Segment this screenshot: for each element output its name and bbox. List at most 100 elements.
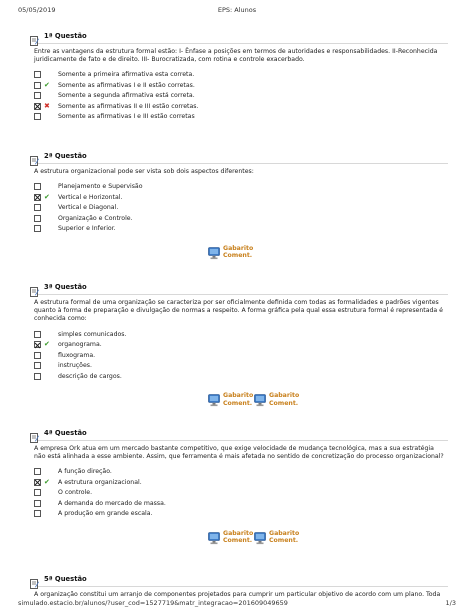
question-text: A organização constitui um arranjo de co… [34,591,441,598]
print-page-number: 1/3 [445,599,456,607]
answer-option[interactable]: Vertical e Diagonal. [30,203,448,214]
monitor-icon [254,392,266,407]
check-icon: ✔ [44,477,50,486]
gabarito-label: Gabarito Coment. [223,245,253,260]
gabarito-label-line2: Coment. [269,537,299,545]
question-title: 4ª Questão [44,429,87,437]
x-icon: ✖ [44,101,50,110]
answer-text: instruções. [58,362,92,370]
question-text: A estrutura organizacional pode ser vist… [34,168,254,175]
answer-checkbox[interactable] [34,478,41,486]
answer-checkbox[interactable] [34,330,41,338]
answer-checkbox[interactable] [34,362,41,370]
answer-checkbox[interactable] [34,102,41,110]
answer-checkbox[interactable] [34,489,41,497]
answer-option[interactable]: ✔ Vertical e Horizontal. [30,193,448,204]
answer-option[interactable]: A produção em grande escala. [30,509,448,520]
answer-checkbox[interactable] [34,113,41,121]
answer-text: Somente a segunda afirmativa está corret… [58,92,195,100]
answer-text: Somente as afirmativas I e II estão corr… [58,81,195,89]
answer-option[interactable]: Somente a primeira afirmativa esta corre… [30,70,448,81]
pencil-paper-icon [30,282,39,297]
answer-option[interactable]: ✔ A estrutura organizacional. [30,478,448,489]
monitor-icon [208,245,220,259]
question-block: 3ª Questão A estrutura formal de uma orga… [30,281,448,412]
answer-option[interactable]: A função direção. [30,467,448,478]
answer-text: A função direção. [58,468,112,476]
answer-checkbox[interactable] [34,193,41,201]
pencil-paper-icon [30,151,39,166]
answer-option[interactable]: Somente as afirmativas I e III estão cor… [30,112,448,123]
answer-options: simples comunicados. ✔ organograma. fluxogr… [30,330,448,383]
gabarito-label: Gabarito Coment. [269,530,299,545]
answer-text: A demanda do mercado de massa. [58,499,166,507]
question-title: 2ª Questão [44,152,87,160]
answer-option[interactable]: Superior e Inferior. [30,224,448,235]
answer-checkbox[interactable] [34,204,41,212]
answer-option[interactable]: O controle. [30,488,448,499]
answer-option[interactable]: fluxograma. [30,351,448,362]
answer-checkbox[interactable] [34,92,41,100]
answer-checkbox[interactable] [34,71,41,79]
gabarito-label-line2: Coment. [223,399,253,407]
gabarito-comentado-button[interactable]: Gabarito Coment. [254,528,314,548]
question-title: 1ª Questão [44,32,87,40]
answer-option[interactable]: descrição de cargos. [30,372,448,383]
answer-checkbox[interactable] [34,214,41,222]
gabarito-row: Gabarito Coment. Gabarito Coment. [30,390,448,412]
question-block: 5ª Questão A organização constitui um arr… [30,573,448,599]
answer-option[interactable]: Planejamento e Supervisão [30,182,448,193]
gabarito-comentado-button[interactable]: Gabarito Coment. [208,243,268,263]
answer-text: Planejamento e Supervisão [58,183,143,191]
answer-option[interactable]: simples comunicados. [30,330,448,341]
monitor-icon [208,392,220,407]
answer-checkbox[interactable] [34,499,41,507]
print-footer: simulado.estacio.br/alunos/?user_cod=152… [18,599,456,609]
answer-option[interactable]: Somente a segunda afirmativa está corret… [30,91,448,102]
question-header: 1ª Questão [30,30,448,46]
answer-text: organograma. [58,341,102,349]
gabarito-label-line2: Coment. [223,252,253,260]
pencil-paper-icon [30,428,39,443]
gabarito-label-line2: Coment. [223,537,253,545]
gabarito-label: Gabarito Coment. [269,392,299,407]
answer-option[interactable]: A demanda do mercado de massa. [30,499,448,510]
answer-checkbox[interactable] [34,341,41,349]
answer-text: Somente as afirmativas II e III estão co… [58,102,199,110]
answer-checkbox[interactable] [34,372,41,380]
answer-option[interactable]: instruções. [30,361,448,372]
question-block: 2ª Questão A estrutura organizacional pod… [30,150,448,265]
answer-options: A função direção. ✔ A estrutura organizaci… [30,467,448,520]
answer-checkbox[interactable] [34,468,41,476]
answer-text: Somente a primeira afirmativa esta corre… [58,71,195,79]
question-header: 4ª Questão [30,427,448,443]
gabarito-row: Gabarito Coment. [30,243,448,265]
gabarito-comentado-button[interactable]: Gabarito Coment. [254,390,314,410]
answer-checkbox[interactable] [34,351,41,359]
answer-option[interactable]: ✔ organograma. [30,340,448,351]
gabarito-label-line1: Gabarito [223,244,254,252]
answer-text: A estrutura organizacional. [58,478,142,486]
answer-checkbox[interactable] [34,225,41,233]
answer-text: Superior e Inferior. [58,225,116,233]
answer-text: fluxograma. [58,351,96,359]
answer-option[interactable]: ✔ Somente as afirmativas I e II estão cor… [30,81,448,92]
answer-checkbox[interactable] [34,510,41,518]
answer-checkbox[interactable] [34,81,41,89]
answer-text: Vertical e Diagonal. [58,204,119,212]
gabarito-row: Gabarito Coment. Gabarito Coment. [30,528,448,550]
answer-option[interactable]: ✖ Somente as afirmativas II e III estão c… [30,102,448,113]
question-block: 4ª Questão A empresa Ork atua em um merca… [30,427,448,550]
monitor-icon [254,530,266,545]
answer-text: Vertical e Horizontal. [58,193,123,201]
answer-text: descrição de cargos. [58,372,122,380]
question-title: 5ª Questão [44,575,87,583]
answer-checkbox[interactable] [34,183,41,191]
answer-option[interactable]: Organização e Controle. [30,214,448,225]
question-text: A estrutura formal de uma organização se… [34,299,443,323]
print-header: 05/05/2019 EPS: Alunos [18,6,456,16]
print-url: simulado.estacio.br/alunos/?user_cod=152… [18,599,288,607]
answer-options: Somente a primeira afirmativa esta corre… [30,70,448,123]
question-title: 3ª Questão [44,283,87,291]
answer-text: simples comunicados. [58,330,127,338]
